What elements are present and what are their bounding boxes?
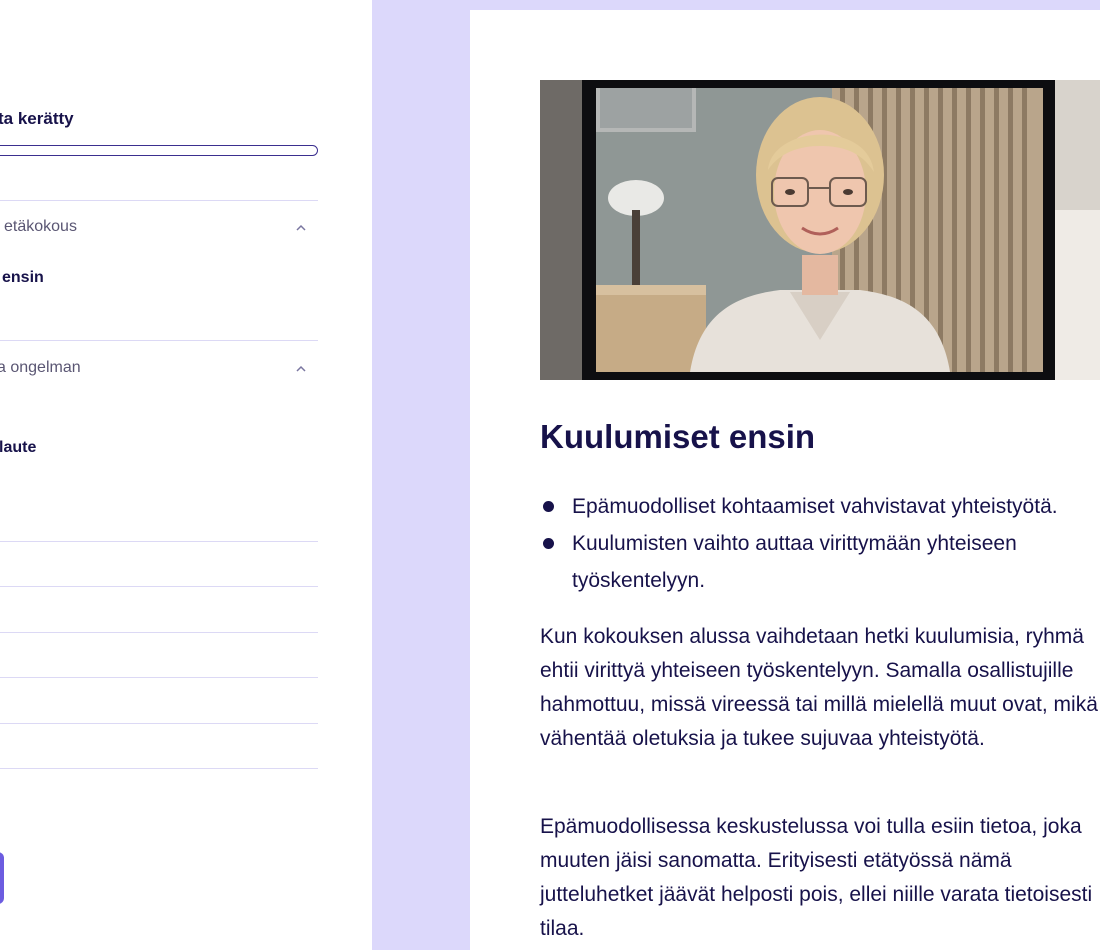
key-points-list: Epämuodolliset kohtaamiset vahvistavat y…	[540, 488, 1100, 599]
course-sidebar: ta kerätty etäkokous ensin a ongelman la…	[0, 0, 372, 950]
divider	[0, 340, 318, 341]
sidebar-row[interactable]	[0, 723, 318, 724]
sidebar-row[interactable]	[0, 586, 318, 587]
lesson-video[interactable]	[540, 80, 1100, 380]
section-header-label: etäkokous	[4, 218, 77, 235]
bullet-icon	[543, 501, 554, 512]
lesson-title: Kuulumiset ensin	[540, 418, 816, 455]
list-item-text: Epämuodolliset kohtaamiset vahvistavat y…	[572, 495, 1058, 518]
section-header-etakokous[interactable]: etäkokous	[0, 218, 318, 242]
chevron-up-icon	[296, 224, 306, 231]
sidebar-row[interactable]	[0, 541, 318, 542]
lesson-paragraph: Epämuodollisessa keskustelussa voi tulla…	[540, 815, 1093, 940]
video-thumbnail-image	[540, 80, 1100, 380]
sidebar-row[interactable]	[0, 632, 318, 633]
list-item: Kuulumisten vaihto auttaa virittymään yh…	[540, 525, 1100, 599]
sidebar-item-laute[interactable]: laute	[0, 439, 36, 457]
lesson-paragraph: Kun kokouksen alussa vaihdetaan hetki ku…	[540, 625, 1098, 750]
divider	[0, 200, 318, 201]
progress-bar	[0, 145, 318, 156]
sidebar-row[interactable]	[0, 768, 318, 769]
bullet-icon	[543, 538, 554, 549]
progress-title: ta kerätty	[0, 109, 74, 128]
section-header-label: a ongelman	[0, 359, 81, 376]
sidebar-item-kuulumiset[interactable]: ensin	[2, 269, 44, 287]
section-header-ongelman[interactable]: a ongelman	[0, 359, 318, 383]
list-item-text: Kuulumisten vaihto auttaa virittymään yh…	[572, 532, 1017, 592]
chevron-up-icon	[296, 365, 306, 372]
sidebar-action-button[interactable]	[0, 852, 4, 904]
sidebar-row[interactable]	[0, 677, 318, 678]
course-page: ta kerätty etäkokous ensin a ongelman la…	[0, 0, 1100, 950]
list-item: Epämuodolliset kohtaamiset vahvistavat y…	[540, 488, 1100, 525]
